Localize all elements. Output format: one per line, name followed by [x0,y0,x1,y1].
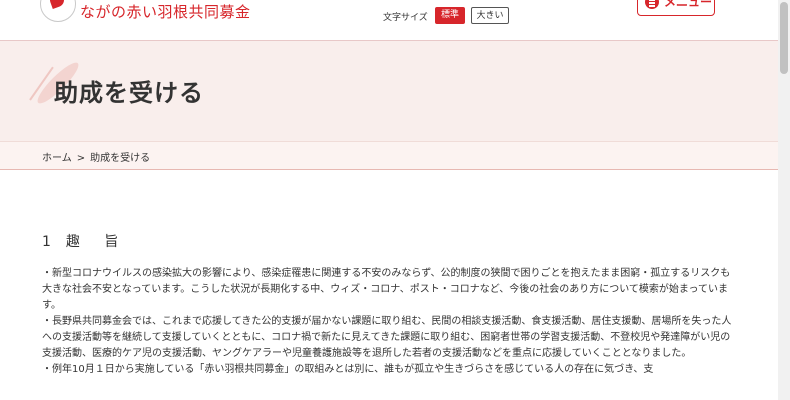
menu-label: メニュー [664,0,713,9]
breadcrumb-separator: > [76,153,86,164]
paragraph-1: ・新型コロナウイルスの感染拡大の影響により、感染症罹患に関連する不安のみならず、… [42,268,731,311]
scrollbar-thumb[interactable] [780,2,788,74]
section-title: 趣 旨 [65,234,129,250]
font-size-label: 文字サイズ [383,13,428,23]
scrollbar[interactable] [778,0,790,400]
paragraph-2: ・長野県共同募金会では、これまで応援してきた公的支援が届かない課題に取り組む、民… [42,316,732,359]
breadcrumb-current: 助成を受ける [90,153,151,164]
breadcrumb: ホーム > 助成を受ける [0,141,778,170]
font-size-standard-button[interactable]: 標準 [435,7,465,24]
font-size-large-button[interactable]: 大きい [471,7,509,24]
site-header: ながの赤い羽根共同募金 文字サイズ 標準 大きい メニュー [0,0,778,41]
breadcrumb-home-link[interactable]: ホーム [42,153,72,164]
page-title: 助成を受ける [54,79,204,107]
site-title[interactable]: ながの赤い羽根共同募金 [80,1,251,22]
paragraph-3: ・例年10月１日から実施している「赤い羽根共同募金」の取組みとは別に、誰もが孤立… [42,364,654,375]
section-body: ・新型コロナウイルスの感染拡大の影響により、感染症罹患に関連する不安のみならず、… [42,266,735,378]
section-number: 1 [42,234,52,250]
red-feather-logo-icon[interactable] [40,0,76,22]
page-hero: 助成を受ける [0,41,778,141]
section-heading: 1 趣 旨 [42,231,128,251]
menu-button[interactable]: メニュー [637,0,715,16]
hamburger-icon [645,0,659,9]
